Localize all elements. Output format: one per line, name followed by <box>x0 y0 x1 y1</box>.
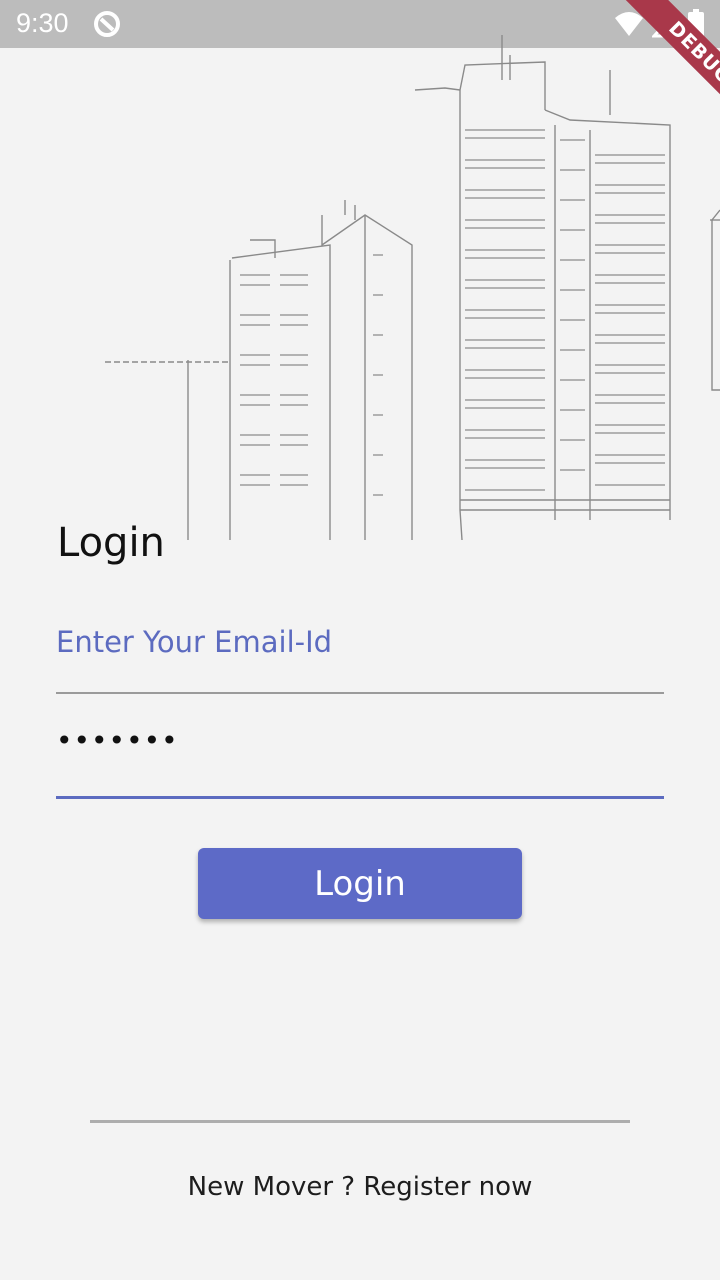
password-input[interactable] <box>56 718 656 762</box>
login-button[interactable]: Login <box>198 848 522 919</box>
divider <box>90 1120 630 1123</box>
city-buildings-illustration <box>105 35 720 541</box>
login-title: Login <box>57 520 165 566</box>
email-input[interactable] <box>56 616 656 668</box>
status-time: 9:30 <box>16 8 69 38</box>
email-field[interactable] <box>56 612 664 694</box>
password-field[interactable] <box>56 718 664 799</box>
register-link[interactable]: New Mover ? Register now <box>0 1172 720 1202</box>
